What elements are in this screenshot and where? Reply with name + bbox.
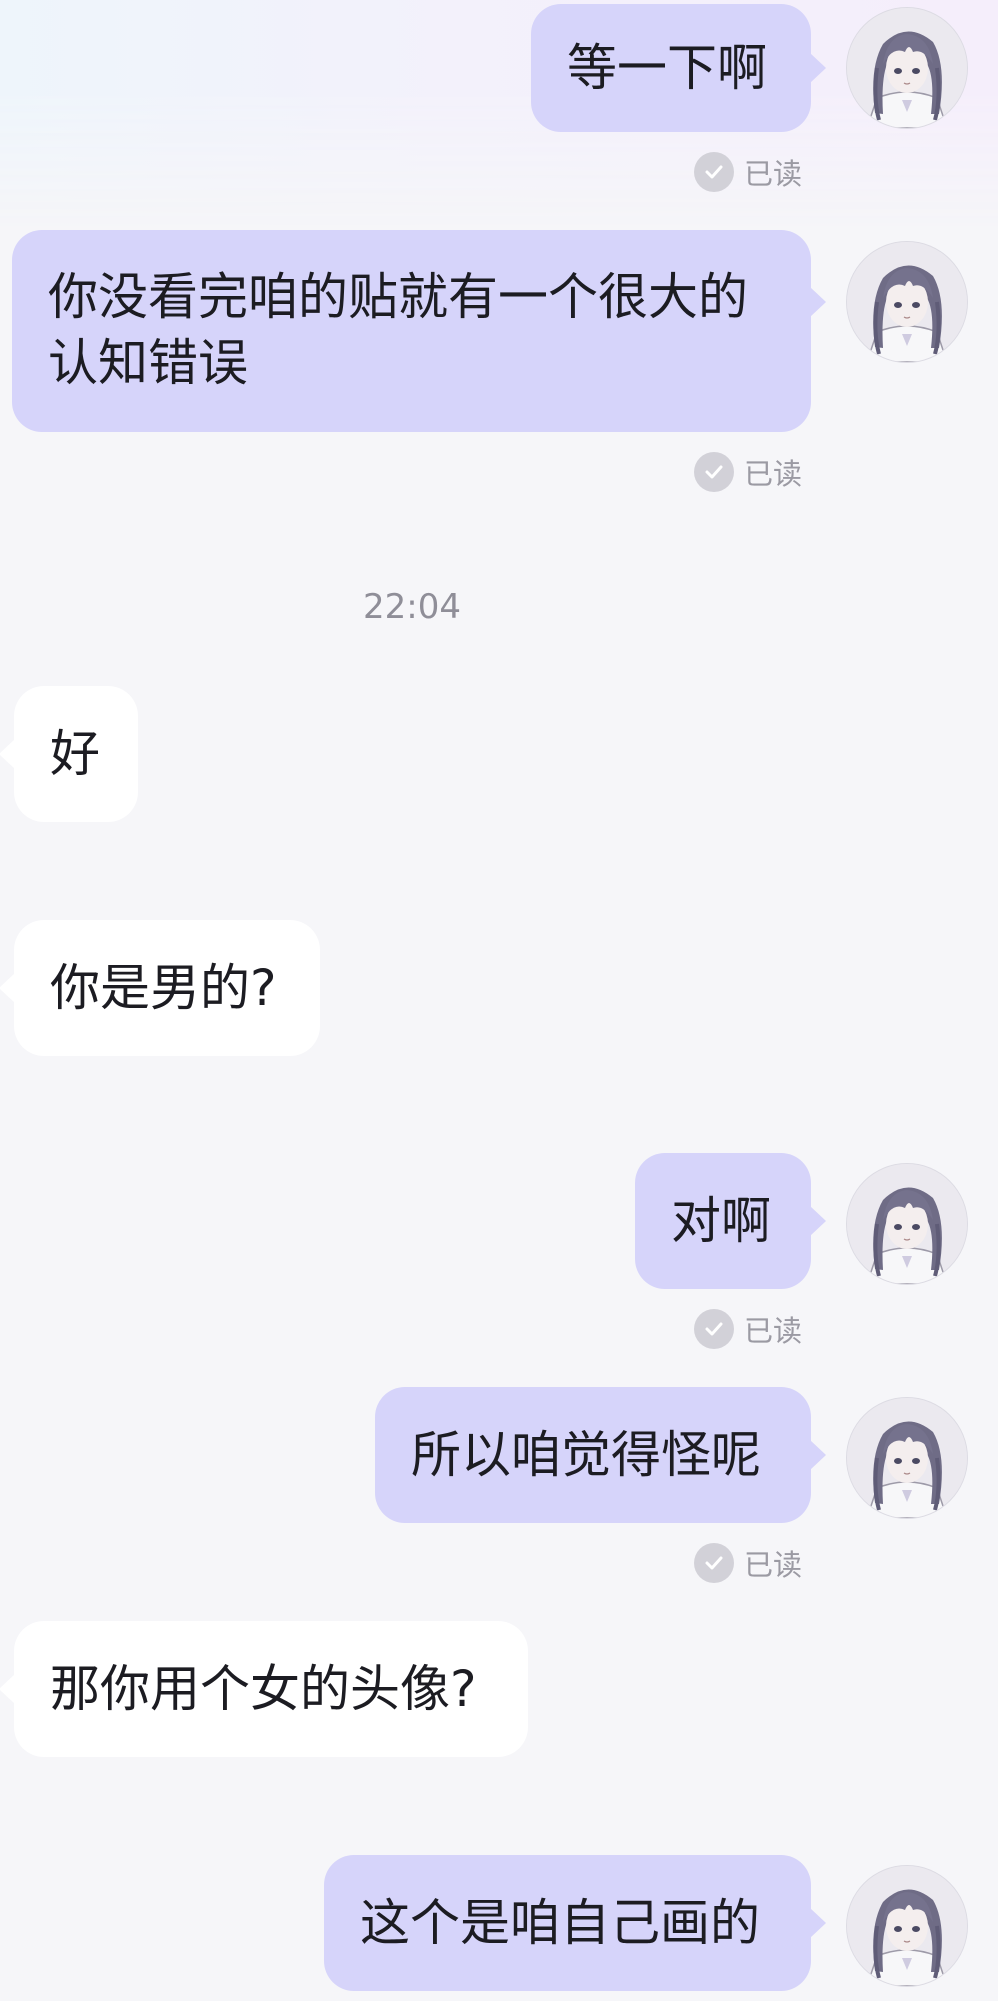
message-bubble-sent[interactable]: 等一下啊 bbox=[531, 4, 826, 132]
read-receipt: 已读 bbox=[694, 452, 802, 492]
anime-girl-avatar-icon bbox=[847, 1164, 967, 1284]
message-text: 认知错误 bbox=[48, 334, 248, 392]
message-text: 那你用个女的头像? bbox=[50, 1660, 477, 1718]
read-label: 已读 bbox=[744, 1548, 803, 1582]
message-text: 这个是咱自己画的 bbox=[360, 1894, 760, 1952]
avatar[interactable] bbox=[847, 1398, 967, 1518]
check-circle-icon bbox=[694, 152, 734, 192]
avatar[interactable] bbox=[847, 242, 967, 362]
timestamp: 22:04 bbox=[363, 587, 461, 627]
read-receipt: 已读 bbox=[694, 1309, 802, 1349]
message-text: 好 bbox=[50, 725, 100, 783]
check-circle-icon bbox=[694, 1309, 734, 1349]
message-bubble-received[interactable]: 那你用个女的头像? bbox=[0, 1621, 528, 1757]
message-text: 所以咱觉得怪呢 bbox=[411, 1426, 761, 1484]
avatar[interactable] bbox=[847, 8, 967, 128]
message-text: 等一下啊 bbox=[567, 39, 767, 97]
message-bubble-sent[interactable]: 你没看完咱的贴就有一个很大的 认知错误 bbox=[12, 230, 826, 432]
message-bubble-sent[interactable]: 所以咱觉得怪呢 bbox=[375, 1387, 826, 1523]
read-label: 已读 bbox=[744, 157, 803, 191]
check-circle-icon bbox=[694, 1543, 734, 1583]
read-receipt: 已读 bbox=[694, 1543, 802, 1583]
read-label: 已读 bbox=[744, 457, 803, 491]
anime-girl-avatar-icon bbox=[847, 1866, 967, 1986]
message-text: 你没看完咱的贴就有一个很大的 bbox=[48, 268, 748, 326]
read-receipt: 已读 bbox=[694, 152, 802, 192]
anime-girl-avatar-icon bbox=[847, 242, 967, 362]
message-bubble-sent[interactable]: 对啊 bbox=[635, 1153, 826, 1289]
avatar[interactable] bbox=[847, 1866, 967, 1986]
avatar[interactable] bbox=[847, 1164, 967, 1284]
read-label: 已读 bbox=[744, 1314, 803, 1348]
anime-girl-avatar-icon bbox=[847, 8, 967, 128]
message-bubble-sent[interactable]: 这个是咱自己画的 bbox=[324, 1855, 826, 1991]
message-text: 你是男的? bbox=[50, 959, 277, 1017]
message-text: 对啊 bbox=[671, 1192, 771, 1250]
check-circle-icon bbox=[694, 452, 734, 492]
chat-thread[interactable]: 等一下啊 已读 你没看完咱的贴就有一个很大的 认知错误 已读 22:04 好 你… bbox=[0, 0, 998, 2001]
message-bubble-received[interactable]: 好 bbox=[0, 686, 138, 822]
message-bubble-received[interactable]: 你是男的? bbox=[0, 920, 320, 1056]
anime-girl-avatar-icon bbox=[847, 1398, 967, 1518]
